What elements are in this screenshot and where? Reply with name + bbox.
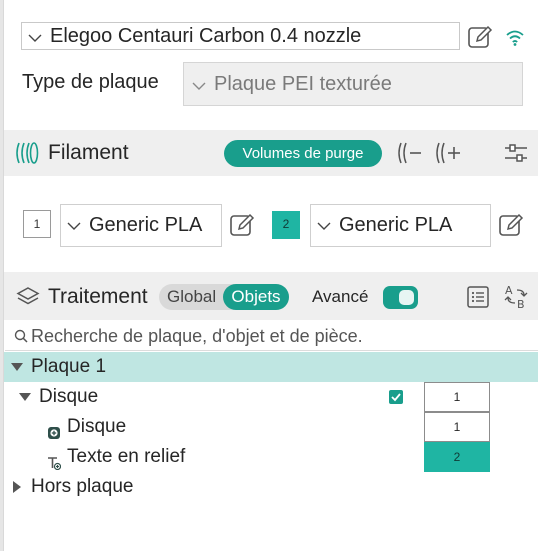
tree-row-plate[interactable]: Plaque 1 xyxy=(4,352,538,382)
chevron-down-icon xyxy=(317,205,335,246)
filament-slot-number: 2 xyxy=(272,211,300,239)
object-name: Disque xyxy=(39,386,99,407)
list-view-icon[interactable] xyxy=(466,285,490,309)
chevron-down-icon xyxy=(28,24,46,49)
advanced-label: Avancé xyxy=(312,287,369,306)
edit-printer-icon[interactable] xyxy=(467,24,493,50)
part-extruder-cell[interactable]: 1 xyxy=(424,412,490,442)
global-tab[interactable]: Global xyxy=(167,284,216,310)
search-placeholder: Recherche de plaque, d'objet et de pièce… xyxy=(31,326,363,346)
filament-settings-sliders-icon[interactable] xyxy=(503,141,529,165)
tree-row-outside[interactable]: Hors plaque xyxy=(4,472,538,502)
filament-2-material: Generic PLA xyxy=(339,214,453,236)
part-name: Texte en relief xyxy=(67,446,186,467)
filament-1-dropdown[interactable]: Generic PLA xyxy=(60,204,222,247)
toggle-knob xyxy=(399,290,414,305)
filament-slot-number: 1 xyxy=(23,210,51,238)
chevron-down-icon xyxy=(67,205,85,246)
printer-preset-label: Elegoo Centauri Carbon 0.4 nozzle xyxy=(50,25,362,47)
search-icon xyxy=(14,329,28,343)
objects-tab[interactable]: Objets xyxy=(223,284,289,310)
object-checkbox[interactable] xyxy=(389,390,403,404)
filament-title: Filament xyxy=(48,141,129,164)
expand-triangle-icon[interactable] xyxy=(19,393,31,401)
collapsed-triangle-icon[interactable] xyxy=(13,481,21,493)
swap-a-b-icon[interactable]: AB xyxy=(503,283,529,311)
filament-spool-icon xyxy=(14,141,40,165)
add-filament-icon[interactable] xyxy=(434,141,462,165)
chevron-down-icon xyxy=(192,64,210,105)
remove-filament-icon[interactable] xyxy=(396,141,422,165)
part-extruder-cell[interactable]: 2 xyxy=(424,442,490,472)
plate-type-label: Type de plaque xyxy=(22,71,159,93)
object-extruder-cell[interactable]: 1 xyxy=(424,382,490,412)
filament-1-material: Generic PLA xyxy=(89,214,203,236)
part-name: Disque xyxy=(67,416,127,437)
advanced-toggle[interactable] xyxy=(383,286,418,309)
outside-plate-label: Hors plaque xyxy=(31,476,134,497)
plate-type-value: Plaque PEI texturée xyxy=(214,73,392,95)
svg-text:A: A xyxy=(505,284,513,297)
layers-icon xyxy=(16,285,40,309)
plate-name: Plaque 1 xyxy=(31,356,107,377)
edit-filament-1-icon[interactable] xyxy=(229,212,255,238)
svg-text:B: B xyxy=(517,298,525,311)
purge-volumes-button[interactable]: Volumes de purge xyxy=(224,140,382,167)
printer-preset-dropdown[interactable]: Elegoo Centauri Carbon 0.4 nozzle xyxy=(21,22,460,50)
filament-2-dropdown[interactable]: Generic PLA xyxy=(310,204,491,247)
object-search-input[interactable]: Recherche de plaque, d'objet et de pièce… xyxy=(5,321,538,351)
part-add-icon xyxy=(47,420,61,439)
expand-triangle-icon[interactable] xyxy=(11,363,23,371)
process-title: Traitement xyxy=(48,285,148,308)
plate-type-dropdown[interactable]: Plaque PEI texturée xyxy=(183,62,523,106)
edit-filament-2-icon[interactable] xyxy=(498,212,524,238)
wifi-icon[interactable] xyxy=(504,26,526,48)
text-part-icon xyxy=(47,450,62,471)
